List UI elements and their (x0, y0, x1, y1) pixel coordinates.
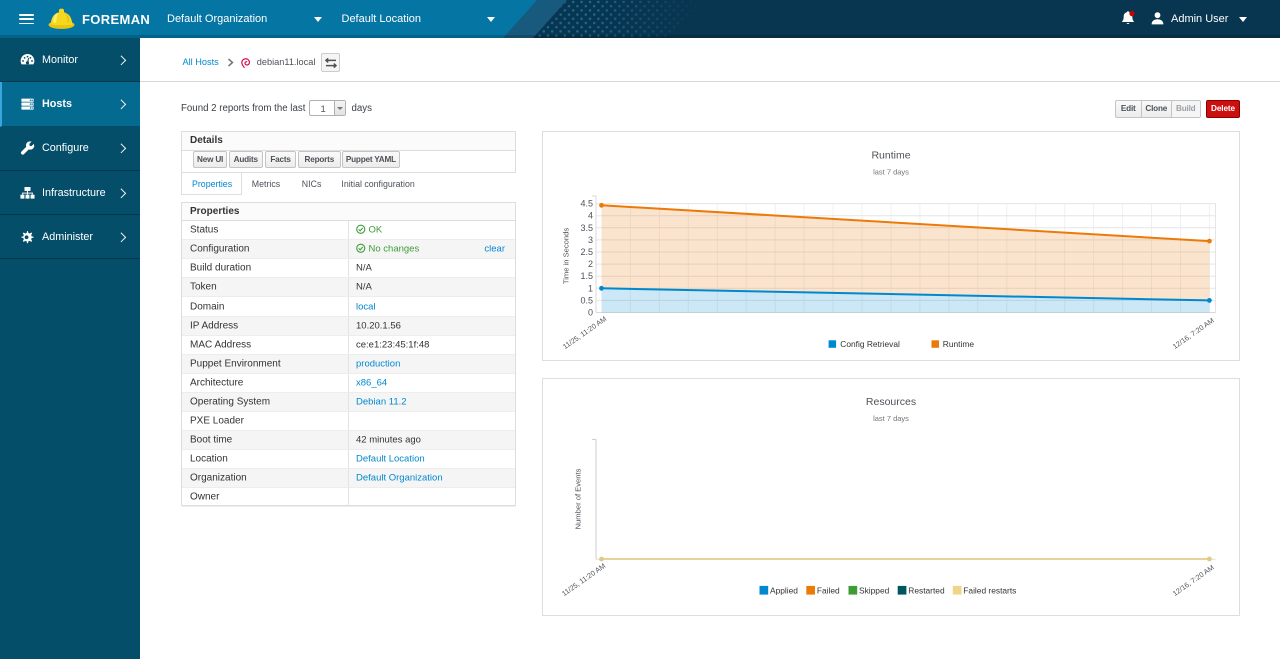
svg-text:Runtime: Runtime (943, 339, 975, 349)
svg-text:12/16, 7:20 AM: 12/16, 7:20 AM (1171, 563, 1216, 598)
svg-text:Failed: Failed (817, 586, 840, 596)
svg-text:11/25, 11:20 AM: 11/25, 11:20 AM (560, 562, 607, 599)
svg-text:Restarted: Restarted (908, 586, 945, 596)
svg-text:1.5: 1.5 (580, 271, 593, 281)
svg-text:11/25, 11:20 AM: 11/25, 11:20 AM (561, 314, 608, 351)
svg-text:Runtime: Runtime (871, 150, 910, 162)
svg-text:12/16, 7:20 AM: 12/16, 7:20 AM (1171, 316, 1216, 351)
svg-text:0: 0 (588, 308, 593, 318)
svg-text:Config Retrieval: Config Retrieval (840, 339, 900, 349)
svg-text:Skipped: Skipped (859, 586, 890, 596)
svg-text:Failed restarts: Failed restarts (963, 586, 1016, 596)
svg-text:4.5: 4.5 (580, 199, 593, 209)
svg-text:Resources: Resources (866, 396, 916, 408)
svg-text:2.5: 2.5 (580, 247, 593, 257)
svg-text:last 7 days: last 7 days (873, 168, 909, 177)
svg-text:3.5: 3.5 (580, 223, 593, 233)
svg-text:last 7 days: last 7 days (873, 414, 909, 423)
svg-text:Number of Events: Number of Events (574, 469, 583, 530)
svg-text:2: 2 (588, 259, 593, 269)
svg-text:Time in Seconds: Time in Seconds (562, 228, 571, 284)
svg-text:1: 1 (588, 283, 593, 293)
svg-text:4: 4 (588, 211, 593, 221)
svg-text:0.5: 0.5 (580, 295, 593, 305)
svg-text:Applied: Applied (770, 586, 798, 596)
svg-text:3: 3 (588, 235, 593, 245)
